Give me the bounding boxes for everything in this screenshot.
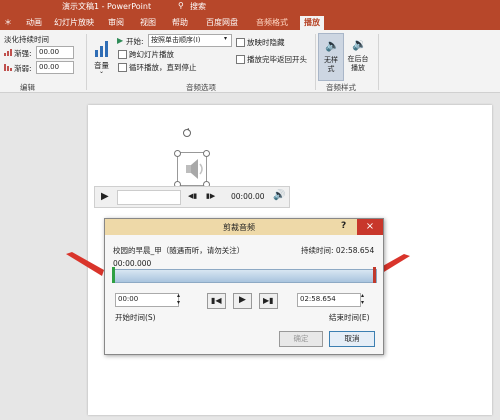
start-label: 开始:: [126, 37, 144, 46]
search-label[interactable]: 搜索: [190, 1, 206, 12]
start-time-field[interactable]: 00:00: [115, 293, 179, 307]
group-edit: 编辑: [20, 83, 35, 92]
trim-audio-dialog: 剪裁音频 ? × 校园的早晨_甲（随遇而听，请勿关注） 持续时间: 02:58.…: [104, 218, 384, 355]
tab-slideshow[interactable]: 幻灯片放映: [54, 17, 94, 28]
end-time-spinner-icon[interactable]: ▴ ▾: [361, 292, 364, 306]
volume-icon[interactable]: [94, 38, 110, 58]
help-button[interactable]: ?: [341, 221, 346, 231]
start-time-label: 开始时间(S): [115, 313, 156, 322]
audio-object[interactable]: [177, 152, 207, 186]
rotate-handle-icon[interactable]: [182, 128, 192, 138]
fade-duration-label: 淡化持续时间: [4, 35, 49, 44]
chevron-down-icon[interactable]: ⌄: [99, 68, 104, 75]
next-frame-icon: ▶▮: [263, 296, 274, 305]
media-player-bar: ▶ ◀▮ ▮▶ 00:00.00 🔊: [94, 186, 290, 208]
speaker-icon: 🔈: [325, 38, 340, 52]
close-button[interactable]: ×: [357, 219, 383, 235]
window-title: 演示文稿1 - PowerPoint: [62, 2, 152, 11]
tab-transitions[interactable]: ＊: [4, 17, 12, 28]
ok-button[interactable]: 确定: [279, 331, 323, 347]
fade-out-label: 渐弱:: [14, 64, 32, 73]
dialog-title: 剪裁音频: [223, 223, 255, 232]
rewind-checkbox[interactable]: [236, 55, 245, 64]
seek-bar[interactable]: [117, 190, 181, 205]
play-start-icon: ▶: [117, 36, 124, 45]
resize-handle[interactable]: [174, 150, 181, 157]
previous-frame-button[interactable]: ▮◀: [207, 293, 226, 309]
fade-in-label: 渐强:: [14, 49, 32, 58]
fade-out-icon: [4, 63, 12, 71]
loop-checkbox[interactable]: [118, 63, 127, 72]
tab-review[interactable]: 审阅: [108, 17, 124, 28]
tab-baidu-netdisk[interactable]: 百度网盘: [206, 17, 238, 28]
left-arrow-annotation: [66, 252, 104, 276]
dropdown-arrow-icon[interactable]: ▾: [224, 35, 227, 42]
position-readout: 00:00.000: [113, 259, 152, 268]
cancel-button[interactable]: 取消: [329, 331, 375, 347]
title-bar: 演示文稿1 - PowerPoint ⚲ 搜索: [0, 0, 500, 14]
no-style-button[interactable]: 🔈 无样式: [318, 33, 344, 81]
play-icon: ▶: [239, 295, 246, 305]
audio-filename: 校园的早晨_甲（随遇而听，请勿关注）: [113, 246, 245, 255]
start-select[interactable]: 按照单击顺序(I): [148, 34, 232, 47]
previous-frame-icon: ▮◀: [211, 296, 222, 305]
group-audio-styles: 音频样式: [326, 83, 356, 92]
no-style-label: 无样式: [324, 56, 338, 73]
group-separator: [315, 34, 316, 90]
tab-view[interactable]: 视图: [140, 17, 156, 28]
duration-label: 持续时间: 02:58.654: [301, 246, 375, 255]
rewind-label: 播放完毕返回开头: [247, 55, 307, 64]
ribbon-tabs: ＊ 动画 幻灯片放映 审阅 视图 帮助 百度网盘 音频格式 播放: [0, 14, 500, 31]
start-trim-marker[interactable]: [112, 267, 115, 283]
search-icon[interactable]: ⚲: [178, 1, 184, 10]
hide-during-show-label: 放映时隐藏: [247, 38, 285, 47]
forward-icon[interactable]: ▮▶: [206, 192, 215, 200]
start-time-spinner-icon[interactable]: ▴ ▾: [177, 292, 180, 306]
next-frame-button[interactable]: ▶▮: [259, 293, 278, 309]
rewind-icon[interactable]: ◀▮: [188, 192, 197, 200]
hide-during-show-checkbox[interactable]: [236, 38, 245, 47]
resize-handle[interactable]: [203, 150, 210, 157]
tab-audio-format[interactable]: 音频格式: [256, 17, 288, 28]
tab-playback[interactable]: 播放: [300, 16, 324, 31]
volume-icon[interactable]: 🔊: [273, 190, 285, 201]
fade-out-field[interactable]: 00.00: [36, 61, 74, 74]
ribbon: 淡化持续时间 渐强: 00.00 渐弱: 00.00 编辑 音量 ⌄ ▶ 开始:…: [0, 30, 500, 93]
group-audio-options: 音频选项: [186, 83, 216, 92]
player-time: 00:00.00: [231, 192, 265, 201]
fade-in-field[interactable]: 00.00: [36, 46, 74, 59]
end-time-label: 结束时间(E): [329, 313, 370, 322]
fade-in-icon: [4, 48, 12, 56]
group-separator: [86, 34, 87, 90]
end-trim-marker[interactable]: [373, 267, 376, 283]
waveform-track[interactable]: [113, 269, 377, 283]
loop-label: 循环播放，直到停止: [129, 63, 197, 72]
group-separator: [378, 34, 379, 90]
cross-slides-label: 跨幻灯片播放: [129, 50, 174, 59]
end-time-field[interactable]: 02:58.654: [297, 293, 361, 307]
tab-animations[interactable]: 动画: [26, 17, 42, 28]
background-play-label: 在后台播放: [347, 55, 369, 72]
play-icon[interactable]: ▶: [101, 191, 109, 202]
tab-help[interactable]: 帮助: [172, 17, 188, 28]
background-play-button[interactable]: 🔉 在后台播放: [346, 33, 370, 79]
dialog-titlebar: 剪裁音频 ? ×: [105, 219, 383, 235]
play-button[interactable]: ▶: [233, 293, 252, 309]
speaker-wave-icon: 🔉: [352, 37, 367, 51]
cross-slides-checkbox[interactable]: [118, 50, 127, 59]
